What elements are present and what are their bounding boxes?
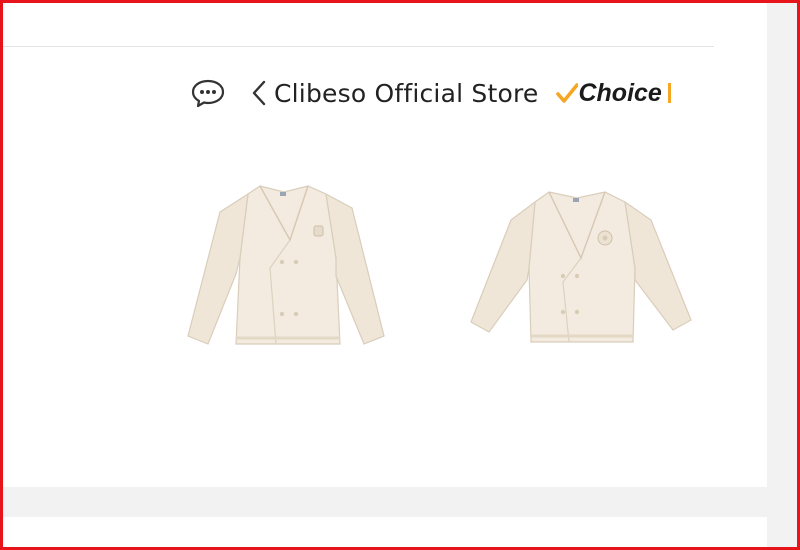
store-name-link[interactable]: Clibeso Official Store (274, 79, 538, 108)
product-image-row (170, 170, 710, 370)
chevron-left-icon[interactable] (250, 79, 268, 107)
choice-badge-label: Choice (578, 78, 662, 107)
header-divider (3, 46, 714, 47)
next-section-panel (3, 517, 767, 547)
right-gutter (714, 3, 767, 487)
section-separator (3, 487, 767, 517)
store-header: Clibeso Official Store Choice (190, 70, 714, 116)
check-icon (556, 82, 580, 104)
choice-badge-edge (667, 83, 671, 103)
choice-badge[interactable]: Choice (556, 78, 671, 108)
product-image-cream-cardigan-1[interactable] (180, 178, 390, 353)
chat-icon[interactable] (190, 77, 226, 109)
product-image-cream-cardigan-2[interactable] (465, 182, 695, 352)
scrollbar-track[interactable] (767, 3, 797, 547)
